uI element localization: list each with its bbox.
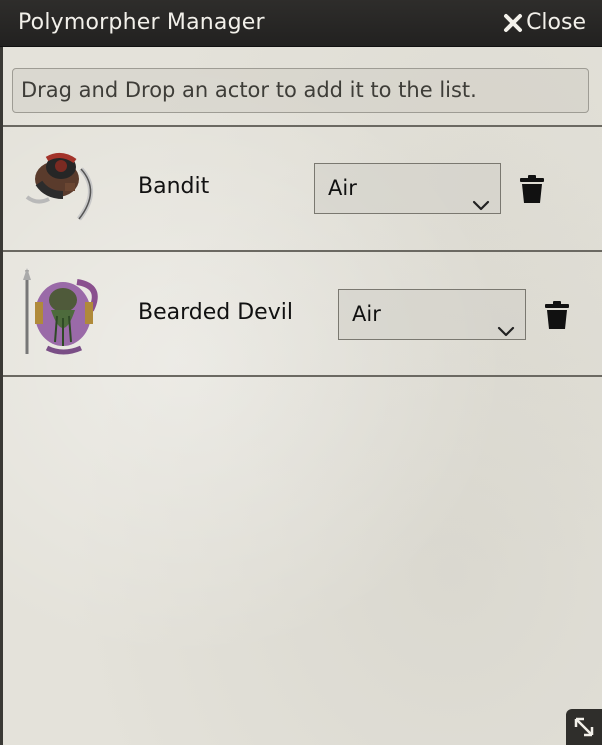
bandit-token-icon xyxy=(17,139,111,233)
close-icon xyxy=(503,13,523,33)
window-titlebar[interactable]: Polymorpher Manager Close xyxy=(0,0,602,47)
window-content: Drag and Drop an actor to add it to the … xyxy=(0,47,602,745)
chevron-down-icon xyxy=(497,307,515,356)
close-button[interactable]: Close xyxy=(503,9,586,37)
drop-zone-hint[interactable]: Drag and Drop an actor to add it to the … xyxy=(12,68,589,113)
actor-name[interactable]: Bearded Devil xyxy=(138,299,293,327)
close-label: Close xyxy=(526,10,586,35)
form-select[interactable]: Air xyxy=(314,163,501,214)
resize-icon xyxy=(574,717,594,737)
form-select-value: Air xyxy=(328,176,357,200)
trash-icon xyxy=(520,175,544,203)
window-title: Polymorpher Manager xyxy=(18,10,265,35)
bearded-devil-token-icon xyxy=(17,266,111,360)
delete-actor-button[interactable] xyxy=(520,175,544,203)
form-select[interactable]: Air xyxy=(338,289,526,340)
chevron-down-icon xyxy=(472,181,490,230)
trash-icon xyxy=(545,301,569,329)
actor-name[interactable]: Bandit xyxy=(138,173,209,201)
delete-actor-button[interactable] xyxy=(545,301,569,329)
actor-row: Bearded Devil Air xyxy=(3,252,602,376)
resize-handle[interactable] xyxy=(566,709,602,745)
form-select-value: Air xyxy=(352,302,381,326)
polymorpher-manager-window: Polymorpher Manager Close Drag and Drop … xyxy=(0,0,602,745)
divider xyxy=(3,375,602,377)
actor-row: Bandit Air xyxy=(3,127,602,251)
